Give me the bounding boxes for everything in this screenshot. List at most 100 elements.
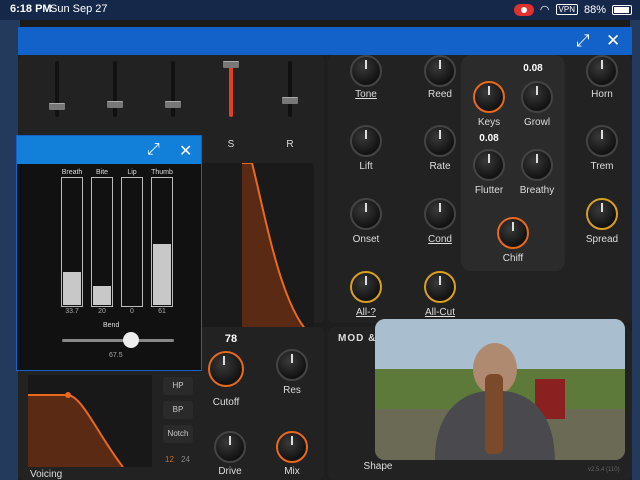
status-date: Sun Sep 27 [50,3,108,15]
bite-label: Bite [95,169,109,176]
growl-label: Growl [523,117,551,128]
all-q-knob[interactable] [350,271,382,303]
thumb-fill [153,243,171,305]
horn-label: Horn [591,89,613,100]
breathy-label: Breathy [519,185,555,196]
slider-decay[interactable] [165,61,181,117]
thumb-label: Thumb [151,169,173,176]
camera-video[interactable] [375,319,625,460]
bend-slider[interactable] [62,332,174,348]
version-label: v2.5.4 (110) [588,467,620,473]
status-icons: ◠ VPN 88% [513,3,632,16]
battery-percent: 88% [583,3,606,16]
filter-curve [28,392,124,468]
screen-record-icon [513,3,534,16]
status-bar: 6:18 PM Sun Sep 27 ◠ VPN 88% [0,0,640,20]
chiff-label: Chiff [502,253,524,264]
spread-knob[interactable] [586,198,618,230]
horn-knob[interactable] [586,55,618,87]
thumb-value: 61 [158,308,166,315]
wifi-icon: ◠ [539,4,550,16]
close-icon[interactable]: ✕ [606,31,620,51]
slider-thumb[interactable] [49,103,65,110]
hp-button[interactable]: HP [163,377,193,395]
reed-knob[interactable] [424,55,456,87]
tone-knob[interactable] [350,55,382,87]
filter-graph[interactable] [28,375,152,468]
cond-knob[interactable] [424,198,456,230]
drive-label: Drive [218,466,242,477]
slider-thumb[interactable] [223,61,239,68]
bite-meter[interactable] [91,177,113,307]
slider-label-r: R [286,139,294,150]
main-titlebar[interactable]: ⤢ ✕ [18,27,632,55]
slider-label-s: S [227,139,235,150]
growl-knob[interactable] [521,81,553,113]
bp-button[interactable]: BP [163,401,193,419]
embouchure-panel: 0.08 Keys Growl 0.08 Flutter Breathy Chi… [461,55,565,271]
flutter-value: 0.08 [479,133,499,144]
breath-meter[interactable] [61,177,83,307]
slider-hold[interactable] [107,61,123,117]
mix-label: Mix [284,466,300,477]
mix-knob[interactable] [276,431,308,463]
breath-fill [63,271,81,305]
expand-icon[interactable]: ⤢ [147,141,160,159]
all-q-label: All-? [355,307,376,318]
slider-thumb[interactable] [282,97,298,104]
video-frame [375,319,625,460]
slope-12[interactable]: 12 [165,455,174,464]
notch-button[interactable]: Notch [163,425,193,443]
bend-slider-thumb[interactable] [123,332,140,348]
bend-value: 67.5 [109,352,123,359]
onset-label: Onset [352,234,380,245]
battery-icon [612,4,632,15]
res-knob[interactable] [276,349,308,381]
tone-label: Tone [355,89,377,100]
spread-label: Spread [585,234,619,245]
voicing-label: Voicing [30,469,63,480]
controller-window: ⤢ ✕ Breath 33.7 Bite 20 Lip 0 Thumb 61 B… [16,135,202,371]
slider-attack[interactable] [49,61,65,117]
slider-thumb[interactable] [165,101,181,108]
cutoff-value: 78 [224,333,238,345]
all-cut-knob[interactable] [424,271,456,303]
slope-24[interactable]: 24 [181,455,190,464]
keys-knob[interactable] [473,81,505,113]
breathy-knob[interactable] [521,149,553,181]
breath-label: Breath [61,169,83,176]
shape-label: Shape [363,461,393,472]
lip-meter[interactable] [121,177,143,307]
bite-value: 20 [98,308,106,315]
mod-label: MOD & [338,333,377,344]
slider-thumb[interactable] [107,101,123,108]
thumb-meter[interactable] [151,177,173,307]
onset-knob[interactable] [350,198,382,230]
trem-knob[interactable] [586,125,618,157]
expand-icon[interactable]: ⤢ [576,31,590,51]
vpn-badge: VPN [555,4,578,15]
cutoff-knob[interactable] [208,351,244,387]
lift-label: Lift [359,161,373,172]
slider-sustain[interactable] [223,61,239,117]
drive-knob[interactable] [214,431,246,463]
controller-titlebar[interactable]: ⤢ ✕ [17,136,201,164]
lip-label: Lip [127,169,137,176]
articulation-panel: Tone Lift Onset All-? Reed Rate Cond All… [328,55,632,323]
all-cut-label: All-Cut [424,307,455,318]
slider-release[interactable] [282,61,298,117]
cutoff-label: Cutoff [212,397,240,408]
trem-label: Trem [590,161,614,172]
lip-value: 0 [130,308,134,315]
res-label: Res [283,385,301,396]
lift-knob[interactable] [350,125,382,157]
rate-knob[interactable] [424,125,456,157]
breath-value: 33.7 [65,308,79,315]
bite-fill [93,285,111,305]
close-icon[interactable]: ✕ [179,141,192,161]
status-time: 6:18 PM [10,3,52,15]
bend-label: Bend [103,322,120,329]
growl-value: 0.08 [523,63,543,74]
chiff-knob[interactable] [497,217,529,249]
flutter-knob[interactable] [473,149,505,181]
